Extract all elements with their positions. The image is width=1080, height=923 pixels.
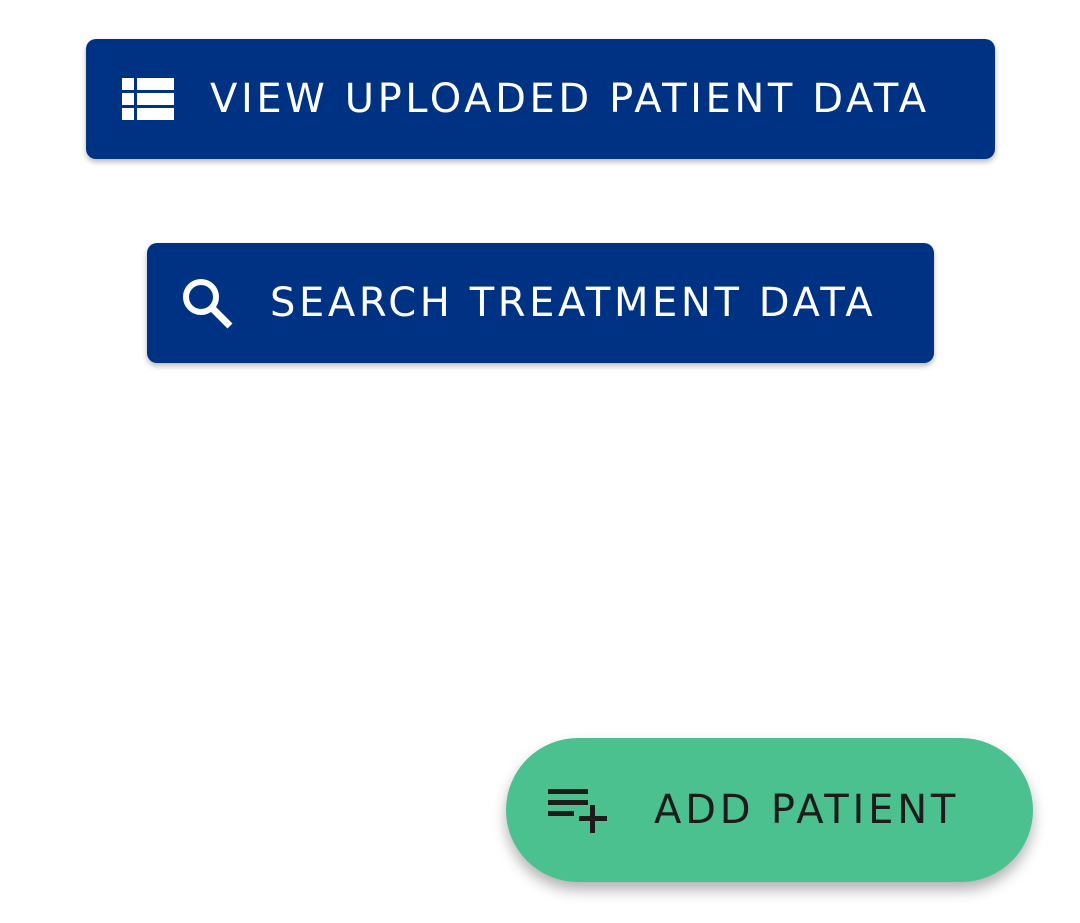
home-screen: VIEW UPLOADED PATIENT DATA SEARCH TREATM… — [0, 0, 1080, 923]
search-icon — [179, 275, 235, 331]
search-treatment-data-button[interactable]: SEARCH TREATMENT DATA — [147, 243, 934, 363]
view-uploaded-patient-data-label: VIEW UPLOADED PATIENT DATA — [210, 76, 930, 122]
add-patient-fab[interactable]: ADD PATIENT — [506, 738, 1033, 882]
add-patient-label: ADD PATIENT — [654, 787, 960, 833]
view-list-icon — [122, 78, 174, 120]
search-treatment-data-label: SEARCH TREATMENT DATA — [270, 280, 877, 326]
playlist-add-icon — [548, 787, 610, 833]
view-uploaded-patient-data-button[interactable]: VIEW UPLOADED PATIENT DATA — [86, 39, 995, 159]
